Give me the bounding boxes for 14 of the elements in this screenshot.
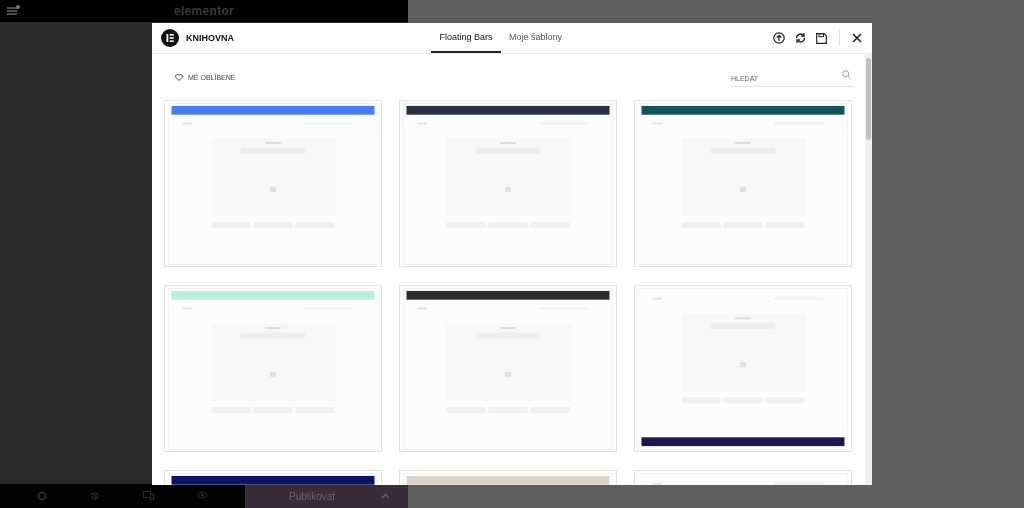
tab[interactable]: Moje šablony bbox=[502, 23, 570, 53]
dialog-title: KNIHOVNA bbox=[186, 33, 234, 43]
close-icon[interactable] bbox=[852, 33, 862, 43]
logo-icon bbox=[161, 29, 179, 47]
save-icon[interactable] bbox=[816, 32, 827, 44]
menu-icon[interactable] bbox=[6, 5, 20, 17]
tab[interactable]: Floating Bars bbox=[431, 23, 501, 53]
sync-icon[interactable] bbox=[795, 32, 806, 44]
search-icon bbox=[842, 70, 851, 79]
logo-text: elementor bbox=[174, 4, 234, 18]
heart-icon bbox=[175, 73, 183, 81]
scrollbar-thumb[interactable] bbox=[866, 58, 871, 140]
caret-icon[interactable] bbox=[381, 493, 390, 499]
upload-icon[interactable] bbox=[773, 32, 785, 44]
